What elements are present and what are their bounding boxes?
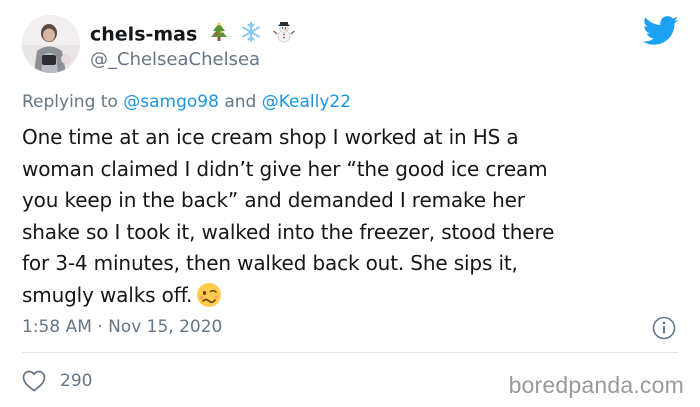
source-watermark: boredpanda.com xyxy=(508,372,684,398)
christmas-tree-icon xyxy=(210,22,228,48)
replying-to-line: Replying to @samgo98 and @Keally22 xyxy=(22,91,351,113)
snowman-icon xyxy=(273,21,296,49)
replying-to-label: Replying to xyxy=(22,92,124,112)
display-name-text: chels-mas xyxy=(90,23,198,46)
avatar-image xyxy=(22,15,80,73)
tweet-timestamp[interactable]: 1:58 AM · Nov 15, 2020 xyxy=(22,316,222,338)
tweet-line: you keep in the back” and demanded I rem… xyxy=(22,188,525,212)
heart-icon[interactable] xyxy=(22,370,46,392)
mention-link-samgo98[interactable]: @samgo98 xyxy=(123,92,219,112)
tweet-body: One time at an ice cream shop I worked a… xyxy=(22,122,682,317)
tweet-card: chels-mas @_ChelseaChelsea Replying to @… xyxy=(0,0,700,407)
info-icon[interactable] xyxy=(652,316,676,340)
tweet-line: woman claimed I didn’t give her “the goo… xyxy=(22,156,548,181)
author-handle[interactable]: @_ChelseaChelsea xyxy=(90,49,260,71)
snowflake-icon xyxy=(241,22,261,48)
divider xyxy=(22,352,678,353)
tweet-line: for 3-4 minutes, then walked back out. S… xyxy=(22,251,518,275)
tweet-line: shake so I took it, walked into the free… xyxy=(22,219,555,244)
replying-to-conjunction: and xyxy=(218,92,262,112)
mention-link-keally22[interactable]: @Keally22 xyxy=(262,92,351,112)
tweet-line: smugly walks off. xyxy=(22,282,193,307)
twitter-bird-icon[interactable] xyxy=(643,16,679,46)
like-count[interactable]: 290 xyxy=(60,370,92,392)
tweet-last-line: smugly walks off. xyxy=(22,280,682,318)
author-display-name[interactable]: chels-mas xyxy=(90,21,296,49)
tweet-line: One time at an ice cream shop I worked a… xyxy=(22,125,519,149)
avatar[interactable] xyxy=(22,15,80,73)
woozy-face-icon xyxy=(196,282,222,318)
